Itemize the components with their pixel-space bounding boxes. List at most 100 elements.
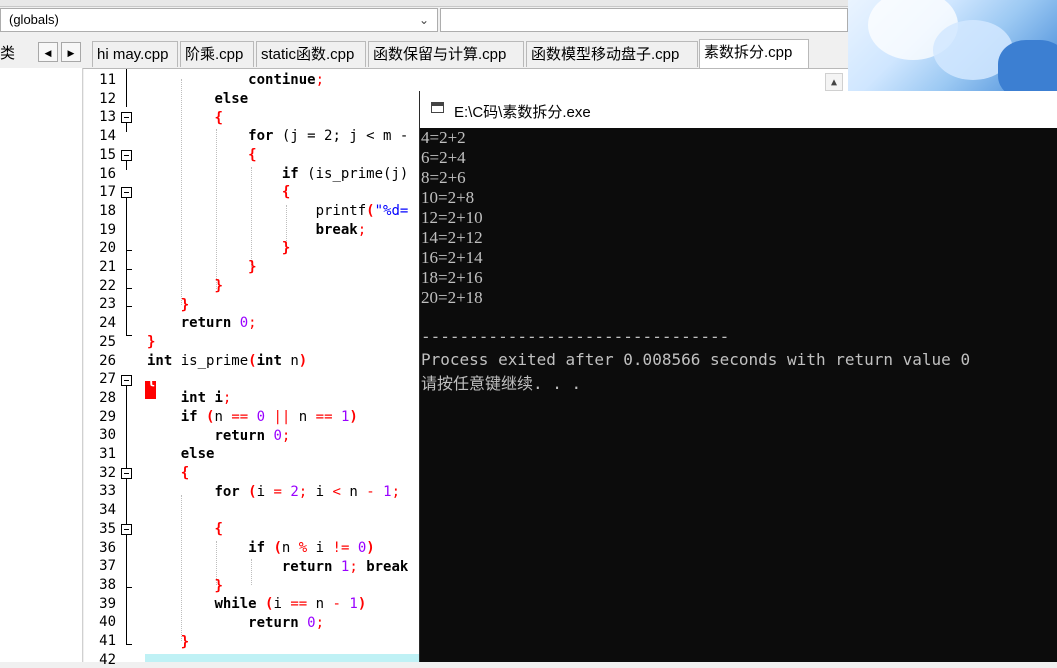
line-number: 26	[99, 352, 116, 369]
line-number: 17	[99, 184, 116, 201]
tab-hi-may[interactable]: hi may.cpp	[92, 41, 178, 67]
tab-scroll-left-icon[interactable]: ◀	[38, 42, 58, 62]
line-number: 30	[99, 427, 116, 444]
tab-factorial[interactable]: 阶乘.cpp	[180, 41, 254, 67]
console-window[interactable]: E:\C码\素数拆分.exe 4=2+2 6=2+4 8=2+6 10=2+8 12=2…	[419, 91, 1057, 662]
line-number: 32	[99, 464, 116, 481]
code-line-14: for (j = 2; j < m -	[147, 128, 408, 144]
line-number: 25	[99, 333, 116, 350]
code-line-23: }	[180, 297, 190, 313]
fold-toggle-icon[interactable]	[121, 112, 132, 123]
fold-toggle-icon[interactable]	[121, 524, 132, 535]
tab-static-function[interactable]: static函数.cpp	[256, 41, 366, 67]
code-line-24: return 0;	[180, 315, 257, 331]
code-token: 0	[273, 428, 282, 444]
code-token: ||	[273, 409, 291, 425]
code-line-20: }	[281, 240, 291, 256]
scroll-up-icon[interactable]: ▲	[825, 73, 843, 91]
console-separator: --------------------------------	[421, 327, 730, 346]
code-token: 1	[349, 596, 358, 612]
line-number: 41	[99, 633, 116, 649]
desktop-wallpaper	[848, 0, 1057, 92]
code-token: return	[248, 615, 299, 631]
globals-dropdown[interactable]: (globals) ⌄	[0, 8, 438, 32]
code-token: n	[281, 540, 291, 556]
console-app-icon	[431, 102, 444, 113]
code-token: n	[290, 353, 299, 369]
code-line-38: }	[214, 578, 223, 594]
code-token: if	[248, 540, 266, 556]
code-token: 2	[290, 484, 299, 500]
code-line-33: for (i = 2; i < n - 1;	[214, 484, 401, 500]
toolbar-strip	[0, 0, 848, 7]
code-token: ==	[231, 409, 249, 425]
code-line-18: printf("%d=	[315, 203, 409, 219]
fold-end-tick	[126, 288, 132, 289]
line-number: 18	[99, 202, 116, 219]
fold-toggle-icon[interactable]	[121, 187, 132, 198]
console-exit-message: Process exited after 0.008566 seconds wi…	[421, 350, 971, 369]
line-number: 20	[99, 240, 116, 257]
tab-prime-split[interactable]: 素数拆分.cpp	[699, 39, 809, 68]
console-prompt: 请按任意键继续. . .	[421, 374, 582, 393]
code-token: return	[281, 559, 333, 575]
code-token: i	[256, 484, 266, 500]
line-number: 21	[99, 259, 116, 275]
tab-function-keep-compute[interactable]: 函数保留与计算.cpp	[368, 41, 524, 67]
console-output-line: 18=2+16	[421, 268, 483, 287]
code-line-36: if (n % i != 0)	[248, 540, 375, 556]
code-line-17: {	[281, 184, 291, 200]
code-token: else	[214, 91, 249, 107]
console-title: E:\C码\素数拆分.exe	[454, 104, 591, 121]
console-titlebar[interactable]: E:\C码\素数拆分.exe	[420, 91, 1057, 128]
line-number: 42	[99, 651, 116, 668]
code-line-13: {	[214, 110, 223, 126]
fold-toggle-icon[interactable]	[121, 150, 132, 161]
fold-toggle-icon[interactable]	[121, 468, 132, 479]
console-output-line: 12=2+10	[421, 208, 483, 227]
code-token: "%d=	[374, 203, 409, 219]
fold-end-tick	[126, 269, 132, 270]
code-line-40: return 0;	[248, 615, 325, 631]
console-output-line: 8=2+6	[421, 168, 466, 187]
line-number: 11	[99, 72, 116, 88]
console-output-line: 10=2+8	[421, 188, 475, 207]
fold-line	[126, 123, 127, 132]
code-token: for	[248, 128, 274, 144]
fold-line	[126, 386, 127, 470]
code-token: if	[281, 166, 299, 182]
code-token: (j = 2; j < m -	[281, 128, 409, 144]
code-line-41: }	[180, 634, 190, 650]
line-number: 33	[99, 483, 116, 500]
code-token: 0	[357, 540, 367, 556]
line-number: 12	[99, 90, 116, 107]
chevron-down-icon[interactable]: ⌄	[419, 9, 429, 31]
code-line-16: if (is_prime(j)	[147, 166, 408, 182]
fold-toggle-icon[interactable]	[121, 375, 132, 386]
line-number: 38	[99, 576, 116, 593]
code-line-11: continue;	[248, 72, 325, 88]
tab-hanoi-model[interactable]: 函数模型移动盘子.cpp	[526, 41, 698, 67]
line-number: 31	[99, 446, 116, 462]
line-number: 34	[99, 502, 116, 519]
console-output-line: 4=2+2	[421, 128, 466, 147]
line-number: 29	[99, 408, 116, 425]
code-token: i	[214, 390, 223, 406]
line-number: 16	[99, 165, 116, 182]
code-line-27: {	[147, 372, 156, 388]
code-token: for	[214, 484, 240, 500]
code-line-26: int is_prime(int n)	[147, 353, 308, 369]
fold-line	[126, 161, 127, 170]
code-line-21: }	[248, 259, 257, 275]
code-line-28: int i;	[180, 390, 232, 406]
code-token: n	[298, 409, 308, 425]
code-token: n	[349, 484, 358, 500]
tab-scroll-right-icon[interactable]: ▶	[61, 42, 81, 62]
line-number: 13	[99, 109, 116, 126]
line-number: 24	[99, 315, 116, 332]
function-dropdown[interactable]	[440, 8, 848, 32]
class-browser-tab[interactable]: 类	[0, 42, 15, 63]
code-token: i	[273, 596, 282, 612]
line-number: 15	[99, 146, 116, 163]
code-line-30: return 0;	[214, 428, 291, 444]
